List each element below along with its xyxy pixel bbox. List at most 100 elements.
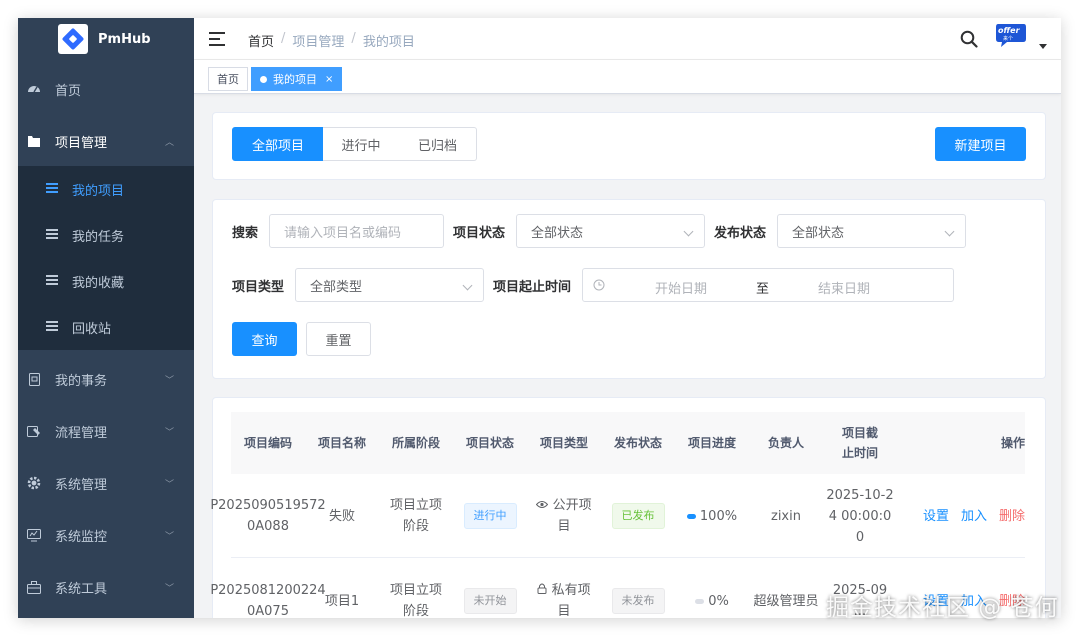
cell-type: 公开项目 <box>527 474 601 558</box>
col-progress: 项目进度 <box>687 436 736 450</box>
progress-bar <box>695 598 705 604</box>
submenu-item-my-favorites[interactable]: 我的收藏 <box>18 258 194 304</box>
watermark: 掘金技术社区 @ 苍何 <box>826 595 1059 621</box>
submenu-item-recycle-bin[interactable]: 回收站 <box>18 304 194 350</box>
monitor-icon <box>27 528 41 542</box>
sidebar-item-system-tools[interactable]: 系统工具 ﹀ <box>18 566 194 608</box>
list-icon <box>46 228 58 242</box>
project-type-select[interactable]: 全部类型 <box>295 268 484 302</box>
sidebar-item-workflow[interactable]: 流程管理 ﹀ <box>18 410 194 452</box>
col-project-name: 项目名称 <box>317 436 366 450</box>
date-range-picker[interactable]: 开始日期 至 结束日期 <box>582 268 954 302</box>
cell-progress: 100% <box>675 474 749 558</box>
logo[interactable]: PmHub <box>18 18 194 60</box>
publish-badge: 已发布 <box>611 503 665 529</box>
end-date-input[interactable]: 结束日期 <box>818 278 870 297</box>
chevron-down-icon <box>462 280 473 291</box>
cell-stage: 项目立项阶段 <box>389 583 442 618</box>
publish-status-select[interactable]: 全部状态 <box>777 214 966 248</box>
folder-icon <box>27 134 41 148</box>
project-filter-card: 全部项目 进行中 已归档 新建项目 <box>212 112 1046 180</box>
search-label: 搜索 <box>232 226 259 241</box>
table-header: 项目编码 项目名称 所属阶段 项目状态 项目类型 发布状态 项目进度 负责人 项… <box>231 412 1025 474</box>
list-icon <box>46 274 58 288</box>
tab-all-projects[interactable]: 全部项目 <box>232 127 324 161</box>
cell-status: 进行中 <box>453 474 527 558</box>
project-table-card: 项目编码 项目名称 所属阶段 项目状态 项目类型 发布状态 项目进度 负责人 项… <box>210 397 1046 618</box>
cell-deadline: 2025-10-24 00:00:00 <box>826 487 894 545</box>
chevron-down-icon <box>683 226 694 237</box>
sidebar: PmHub 首页 项目管理 ︿ 我的项目 我的任务 我的收藏 回收站 我的事务 … <box>18 18 194 618</box>
col-actions: 操作 <box>1000 436 1025 450</box>
list-icon <box>46 182 58 196</box>
app-window: PmHub 首页 项目管理 ︿ 我的项目 我的任务 我的收藏 回收站 我的事务 … <box>18 18 1061 618</box>
caret-down-icon[interactable] <box>1039 44 1047 49</box>
sidebar-item-system-monitor[interactable]: 系统监控 ﹀ <box>18 514 194 556</box>
settings-link[interactable]: 设置 <box>923 506 949 527</box>
search-input[interactable]: 请输入项目名或编码 <box>269 214 444 248</box>
top-navbar: 首页 / 项目管理 / 我的项目 offer 来个 <box>194 18 1061 60</box>
tag-my-projects[interactable]: 我的项目 × <box>251 67 343 91</box>
dashboard-icon <box>27 82 41 96</box>
cell-status: 未开始 <box>453 559 527 618</box>
submenu-item-my-projects[interactable]: 我的项目 <box>18 166 194 212</box>
col-type: 项目类型 <box>539 436 588 450</box>
table-row: P2025090519572 0A088 失败 项目立项阶段 进行中 公开项目 … <box>210 474 1025 558</box>
cell-project-code: P2025090519572 0A088 <box>210 498 326 534</box>
chevron-down-icon: ﹀ <box>164 427 174 438</box>
join-link[interactable]: 加入 <box>961 506 987 527</box>
chevron-down-icon: ﹀ <box>164 375 174 386</box>
publish-status-label: 发布状态 <box>714 226 767 241</box>
cell-owner: zixin <box>771 508 801 524</box>
breadcrumb: 首页 / 项目管理 / 我的项目 <box>248 31 415 50</box>
query-button[interactable]: 查询 <box>232 322 297 356</box>
col-deadline: 项目截止时间 <box>841 426 878 460</box>
submenu-item-my-tasks[interactable]: 我的任务 <box>18 212 194 258</box>
delete-link[interactable]: 删除 <box>999 506 1025 527</box>
cell-type: 私有项目 <box>527 559 601 618</box>
chevron-down-icon: ﹀ <box>164 479 174 490</box>
sidebar-item-my-affairs[interactable]: 我的事务 ﹀ <box>18 358 194 400</box>
project-status-select[interactable]: 全部状态 <box>516 214 705 248</box>
list-icon <box>46 320 58 334</box>
col-owner: 负责人 <box>767 436 804 450</box>
chevron-down-icon <box>944 226 955 237</box>
gear-icon <box>27 476 41 490</box>
close-icon[interactable]: × <box>325 74 333 85</box>
pmhub-logo-icon <box>58 24 88 54</box>
chevron-up-icon: ︿ <box>164 137 174 148</box>
hamburger-icon[interactable] <box>209 32 225 46</box>
sidebar-item-home[interactable]: 首页 <box>18 68 194 110</box>
search-icon[interactable] <box>960 30 978 48</box>
cell-publish: 未发布 <box>601 559 675 618</box>
status-badge: 进行中 <box>463 503 517 529</box>
breadcrumb-project-management[interactable]: 项目管理 <box>292 31 344 50</box>
eye-icon <box>536 498 549 513</box>
tags-view: 首页 我的项目 × <box>194 60 1061 94</box>
progress-bar <box>686 513 696 519</box>
avatar[interactable]: offer 来个 <box>995 22 1027 50</box>
sidebar-item-project-management[interactable]: 项目管理 ︿ <box>18 120 194 162</box>
project-type-label: 项目类型 <box>232 280 285 295</box>
cell-project-name[interactable]: 项目1 <box>305 559 379 618</box>
breadcrumb-home[interactable]: 首页 <box>248 31 274 50</box>
project-status-label: 项目状态 <box>453 226 506 241</box>
col-stage: 所属阶段 <box>391 436 440 450</box>
col-publish: 发布状态 <box>613 436 662 450</box>
cell-actions: 设置 加入 删除 <box>897 474 1025 558</box>
sidebar-item-system-management[interactable]: 系统管理 ﹀ <box>18 462 194 504</box>
date-range-label: 项目起止时间 <box>493 280 572 295</box>
tab-in-progress[interactable]: 进行中 <box>323 127 400 161</box>
tab-archived[interactable]: 已归档 <box>399 127 477 161</box>
reset-button[interactable]: 重置 <box>306 322 371 356</box>
toolbox-icon <box>27 580 41 594</box>
cell-project-name[interactable]: 失败 <box>305 474 379 558</box>
app-name: PmHub <box>98 31 151 47</box>
active-dot-icon <box>260 75 267 83</box>
cell-publish: 已发布 <box>601 474 675 558</box>
start-date-input[interactable]: 开始日期 <box>655 278 707 297</box>
tag-home[interactable]: 首页 <box>208 67 248 91</box>
workflow-icon <box>27 424 41 438</box>
new-project-button[interactable]: 新建项目 <box>935 127 1026 161</box>
cell-owner: 超级管理员 <box>753 593 819 609</box>
